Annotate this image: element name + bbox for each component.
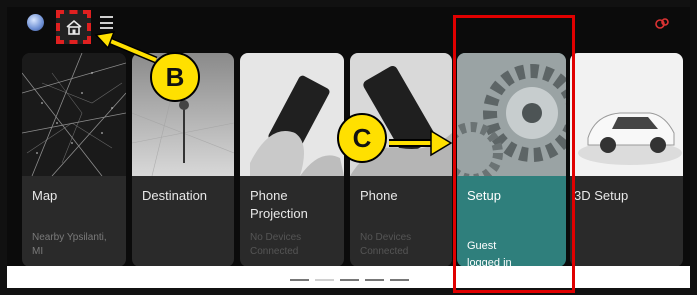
callout-b-arrow [94, 31, 158, 64]
callout-c-arrow [389, 129, 453, 157]
card-phone-title: Phone [360, 188, 398, 203]
page-dot[interactable] [290, 279, 309, 281]
hamburger-menu-icon[interactable] [100, 16, 113, 29]
callout-b: B [150, 52, 200, 102]
page-dot[interactable] [340, 279, 359, 281]
globe-icon[interactable] [27, 14, 44, 31]
card-destination-title: Destination [142, 188, 208, 203]
page-indicator [290, 279, 409, 281]
card-phone-projection-title: Phone Projection [250, 188, 308, 221]
bottom-bar [7, 266, 690, 288]
card-phone-subtitle: No Devices Connected [360, 232, 412, 257]
card-3d-setup-title: 3D Setup [574, 188, 629, 203]
card-phone-projection-subtitle: No Devices Connected [250, 232, 302, 257]
page-dot-active[interactable] [315, 279, 334, 281]
card-map-subtitle: Nearby Ypsilanti, MI [32, 232, 107, 257]
car-image [570, 53, 683, 176]
home-button[interactable] [56, 10, 91, 44]
connection-status-icon [655, 18, 669, 29]
card-phone-projection[interactable]: Phone Projection No Devices Connected [240, 53, 344, 267]
page-dot[interactable] [390, 279, 409, 281]
home-icon [65, 19, 82, 35]
card-map[interactable]: Map Nearby Ypsilanti, MI [22, 53, 126, 267]
card-3d-setup[interactable]: 3D Setup [570, 53, 683, 267]
card-map-title: Map [32, 188, 58, 203]
setup-highlight-box [453, 15, 575, 293]
callout-c: C [337, 113, 387, 163]
phone-projection-image [240, 53, 344, 176]
page-dot[interactable] [365, 279, 384, 281]
map-image [22, 53, 126, 176]
